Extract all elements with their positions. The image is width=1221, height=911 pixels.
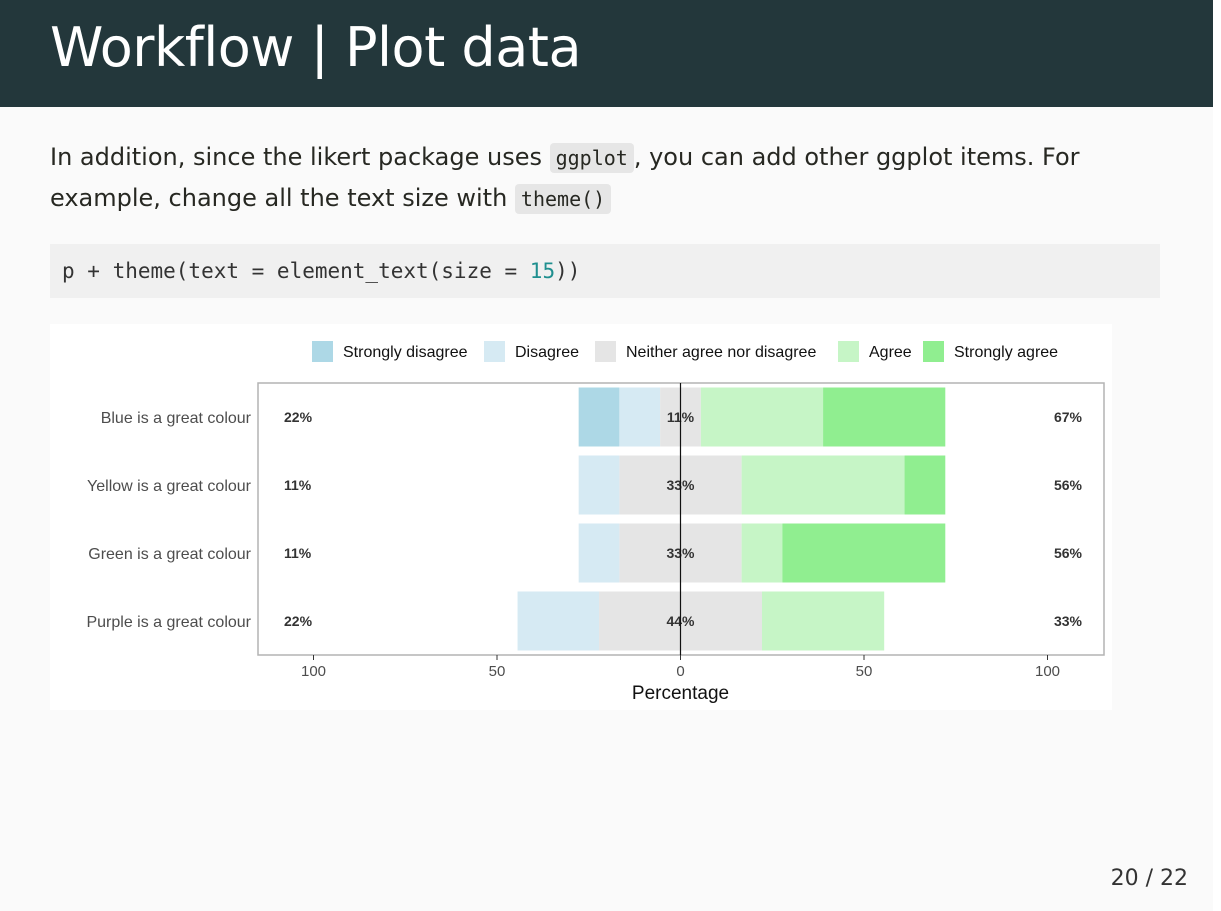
page-number: 20 / 22: [1110, 866, 1188, 891]
inline-code-ggplot: ggplot: [549, 143, 634, 173]
slide-edge: [1213, 0, 1221, 911]
low-pct-label: 22%: [284, 409, 313, 425]
bar-disagree-1: [619, 387, 661, 447]
bar-strongly-agree-2: [904, 455, 946, 515]
x-tick-label: 50: [856, 663, 873, 680]
legend-key-disagree: [484, 341, 505, 362]
legend-label-strongly-agree: Strongly agree: [954, 344, 1058, 361]
code-block: p + theme(text = element_text(size = 15)…: [50, 244, 1160, 298]
slide-title: Workflow | Plot data: [50, 16, 582, 79]
bar-disagree-2: [578, 455, 620, 515]
category-label: Blue is a great colour: [101, 410, 252, 427]
bar-agree-3: [741, 523, 783, 583]
code-text-before: p + theme(text = element_text(size =: [62, 259, 530, 283]
x-tick-label: 0: [676, 663, 684, 680]
x-tick-label: 50: [489, 663, 506, 680]
code-number: 15: [529, 259, 556, 283]
bar-agree-2: [741, 455, 905, 515]
category-label: Purple is a great colour: [86, 614, 251, 631]
slide-header: Workflow | Plot data: [0, 0, 1213, 107]
high-pct-label: 56%: [1054, 477, 1083, 493]
bar-strongly-disagree-1: [578, 387, 620, 447]
high-pct-label: 56%: [1054, 545, 1083, 561]
bar-strongly-agree-1: [823, 387, 946, 447]
low-pct-label: 11%: [284, 477, 312, 493]
high-pct-label: 67%: [1054, 409, 1083, 425]
bar-disagree-4: [517, 591, 600, 651]
legend-key-strongly-agree: [923, 341, 944, 362]
inline-code-theme: theme(): [514, 184, 612, 214]
x-axis-title: Percentage: [632, 683, 729, 704]
low-pct-label: 11%: [284, 545, 312, 561]
legend-label-disagree: Disagree: [515, 344, 579, 361]
legend-key-agree: [838, 341, 859, 362]
likert-chart-svg: 22% 11% 67% Blue is a great colour 11% 33% 56%…: [86, 341, 1105, 704]
legend-key-strongly-disagree: [312, 341, 333, 362]
legend-key-neither-agree-nor-disagree: [595, 341, 616, 362]
legend-label-agree: Agree: [869, 344, 912, 361]
body-paragraph: In addition, since the likert package us…: [50, 137, 1160, 219]
likert-chart: 22% 11% 67% Blue is a great colour 11% 33% 56%…: [50, 324, 1112, 710]
code-text-after: )): [555, 259, 581, 283]
bar-disagree-3: [578, 523, 620, 583]
legend-label-strongly-disagree: Strongly disagree: [343, 344, 468, 361]
bar-agree-1: [700, 387, 824, 447]
category-label: Green is a great colour: [88, 546, 251, 563]
bar-agree-4: [761, 591, 885, 651]
category-label: Yellow is a great colour: [87, 478, 252, 495]
high-pct-label: 33%: [1054, 613, 1083, 629]
legend-label-neither-agree-nor-disagree: Neither agree nor disagree: [626, 344, 816, 361]
x-tick-label: 100: [301, 663, 326, 680]
low-pct-label: 22%: [284, 613, 313, 629]
body-text-part1: In addition, since the likert package us…: [50, 143, 550, 171]
bar-strongly-agree-3: [782, 523, 946, 583]
x-tick-label: 100: [1035, 663, 1060, 680]
